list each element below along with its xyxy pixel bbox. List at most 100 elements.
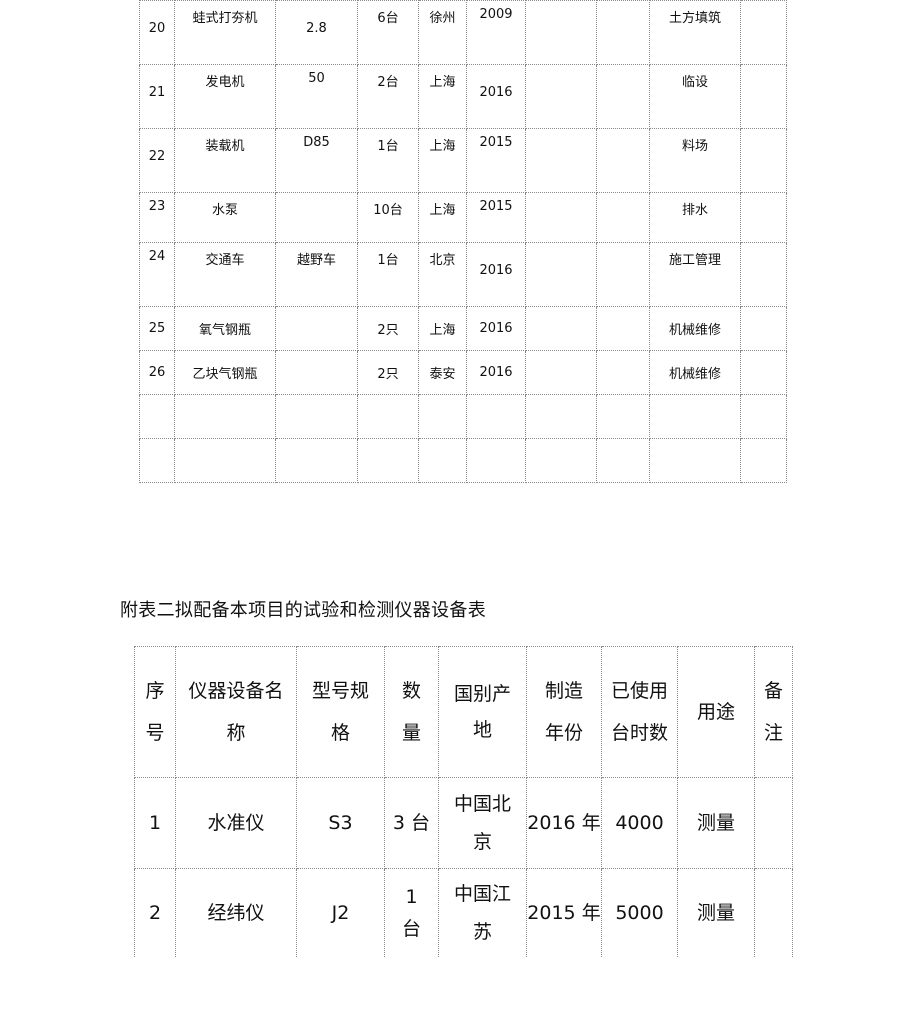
row-use: 施工管理 <box>649 242 741 307</box>
row-spec <box>275 350 358 395</box>
row-name: 蛙式打夯机 <box>174 0 276 65</box>
row-qty: 1台 <box>357 128 419 193</box>
row-origin: 北京 <box>418 242 467 307</box>
row-origin: 中国北京 <box>438 777 527 869</box>
empty-cell <box>525 394 597 439</box>
empty-cell <box>466 394 526 439</box>
row-qty: 2只 <box>357 350 419 395</box>
row-spec: D85 <box>275 128 358 193</box>
row-qty: 2只 <box>357 306 419 351</box>
row-capacity <box>596 242 650 307</box>
empty-cell <box>740 394 787 439</box>
empty-cell <box>275 438 358 483</box>
row-capacity <box>596 192 650 243</box>
header-name: 仪器设备名称 <box>175 646 297 778</box>
row-origin: 上海 <box>418 192 467 243</box>
header-text: 数 <box>401 680 421 702</box>
empty-cell <box>649 394 741 439</box>
row-origin: 上海 <box>418 306 467 351</box>
row-remark <box>740 64 787 129</box>
cell-text: 苏 <box>472 921 492 943</box>
table-row-empty <box>139 438 787 483</box>
row-power <box>525 350 597 395</box>
row-no: 21 <box>139 64 175 129</box>
empty-cell <box>596 438 650 483</box>
header-text: 仪器设备名 <box>188 680 284 702</box>
row-qty: 1台 <box>384 868 439 957</box>
header-origin: 国别产地 <box>438 646 527 778</box>
row-no: 26 <box>139 350 175 395</box>
row-remark <box>754 777 793 869</box>
row-qty: 6台 <box>357 0 419 65</box>
row-year: 2016 <box>466 64 526 129</box>
row-capacity <box>596 0 650 65</box>
empty-cell <box>139 438 175 483</box>
cell-text: 中国江 <box>453 883 511 905</box>
row-qty: 3 台 <box>384 777 439 869</box>
table-row: 2 经纬仪 J2 1台 中国江苏 2015 年 5000 测量 <box>134 868 793 957</box>
table-row: 22 装载机 D85 1台 上海 2015 料场 <box>139 128 787 193</box>
row-remark <box>740 192 787 243</box>
row-name: 水准仪 <box>175 777 297 869</box>
row-use: 测量 <box>677 777 755 869</box>
row-name: 交通车 <box>174 242 276 307</box>
cell-text: 台 <box>401 918 421 940</box>
header-text: 序 <box>145 680 165 702</box>
row-year: 2009 <box>466 0 526 65</box>
header-no: 序号 <box>134 646 176 778</box>
header-text: 制造 <box>544 680 583 702</box>
empty-cell <box>596 394 650 439</box>
header-text: 已使用 <box>610 680 668 702</box>
row-spec: S3 <box>296 777 385 869</box>
table-row: 23 水泵 10台 上海 2015 排水 <box>139 192 787 243</box>
header-text: 台时数 <box>610 722 668 744</box>
row-remark <box>754 868 793 957</box>
row-name: 装载机 <box>174 128 276 193</box>
row-no: 25 <box>139 306 175 351</box>
row-origin: 徐州 <box>418 0 467 65</box>
row-hours: 5000 <box>601 868 678 957</box>
row-remark <box>740 0 787 65</box>
row-capacity <box>596 306 650 351</box>
row-power <box>525 306 597 351</box>
row-no: 23 <box>139 192 175 243</box>
row-origin: 上海 <box>418 128 467 193</box>
empty-cell <box>357 438 419 483</box>
row-spec <box>275 192 358 243</box>
row-use: 机械维修 <box>649 306 741 351</box>
row-power <box>525 242 597 307</box>
row-year: 2016 <box>466 242 526 307</box>
table-row: 21 发电机 50 2台 上海 2016 临设 <box>139 64 787 129</box>
row-hours: 4000 <box>601 777 678 869</box>
table-row-empty <box>139 394 787 439</box>
row-power <box>525 0 597 65</box>
empty-cell <box>139 394 175 439</box>
table2-title: 附表二拟配备本项目的试验和检测仪器设备表 <box>120 600 486 621</box>
row-spec: 2.8 <box>275 0 358 65</box>
empty-cell <box>525 438 597 483</box>
row-power <box>525 128 597 193</box>
row-power <box>525 64 597 129</box>
header-text: 国别产 <box>453 683 511 705</box>
table-row: 20 蛙式打夯机 2.8 6台 徐州 2009 土方填筑 <box>139 0 787 65</box>
row-name: 乙块气钢瓶 <box>174 350 276 395</box>
row-year: 2015 <box>466 192 526 243</box>
table-row: 25 氧气钢瓶 2只 上海 2016 机械维修 <box>139 306 787 351</box>
header-text: 年份 <box>544 722 583 744</box>
row-origin: 上海 <box>418 64 467 129</box>
header-text: 型号规 <box>311 680 369 702</box>
row-capacity <box>596 350 650 395</box>
header-text: 格 <box>330 722 350 744</box>
instrument-table: 序号 仪器设备名称 型号规格 数量 国别产地 制造 年份 已使用 台时数 用途 备注… <box>134 646 793 957</box>
row-spec: 越野车 <box>275 242 358 307</box>
header-hours: 已使用 台时数 <box>601 646 678 778</box>
row-use: 测量 <box>677 868 755 957</box>
row-remark <box>740 242 787 307</box>
row-use: 排水 <box>649 192 741 243</box>
row-no: 24 <box>139 242 175 307</box>
header-text: 备 <box>763 680 783 702</box>
header-qty: 数量 <box>384 646 439 778</box>
empty-cell <box>174 394 276 439</box>
row-year: 2015 年 <box>526 868 602 957</box>
cell-text: 1 <box>405 886 418 908</box>
